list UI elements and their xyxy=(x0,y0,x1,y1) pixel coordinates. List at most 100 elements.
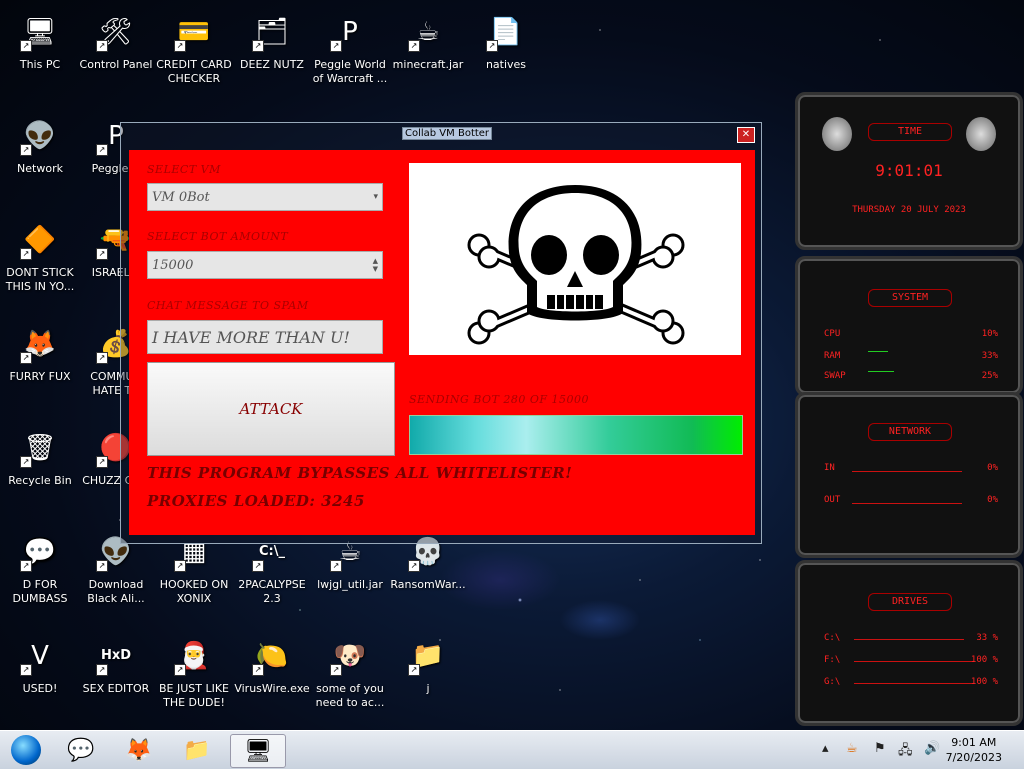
desktop-icon-label: BE JUST LIKE THE DUDE! xyxy=(158,682,230,709)
shortcut-arrow-icon: ↗ xyxy=(20,40,32,52)
app-glyph-icon: 📄 xyxy=(489,17,523,47)
start-button[interactable] xyxy=(8,734,44,766)
desktop-icon[interactable]: V ↗ USED! xyxy=(2,634,78,696)
desktop-icon-label: USED! xyxy=(22,682,58,695)
shortcut-arrow-icon: ↗ xyxy=(174,560,186,572)
drives-widget: DRIVES C:\ 33 % F:\ 100 % G:\ 100 % xyxy=(795,560,1023,726)
desktop-icon-label: Recycle Bin xyxy=(8,474,72,487)
time-widget: TIME 9:01:01 THURSDAY 20 JULY 2023 xyxy=(795,92,1023,250)
drive-f-value: 100 % xyxy=(970,655,998,665)
app-glyph-icon: 💀 xyxy=(411,537,445,567)
desktop-icon[interactable]: 📄 ↗ natives xyxy=(468,10,544,72)
desktop-icon[interactable]: 🦊 ↗ FURRY FUX xyxy=(2,322,78,384)
taskbar-clock[interactable]: 9:01 AM 7/20/2023 xyxy=(946,735,1002,765)
taskbar-explorer[interactable]: 📁 xyxy=(180,734,214,766)
shortcut-arrow-icon: ↗ xyxy=(330,560,342,572)
drive-f-label: F:\ xyxy=(824,655,841,665)
desktop-icon-image: 🗑 ↗ xyxy=(18,426,62,470)
bot-amount-stepper[interactable]: 15000 ▲ ▼ xyxy=(147,251,383,279)
desktop-icon[interactable]: 🛠 ↗ Control Panel xyxy=(78,10,154,72)
shortcut-arrow-icon: ↗ xyxy=(252,40,264,52)
taskbar-chat-app[interactable]: 💬 xyxy=(64,734,98,766)
taskbar-botter-app[interactable]: 🖥 xyxy=(230,734,286,768)
select-bot-amount-label: SELECT BOT AMOUNT xyxy=(147,230,289,243)
net-in-value: 0% xyxy=(987,463,998,473)
desktop-icon[interactable]: 🍋 ↗ VirusWire.exe xyxy=(234,634,310,696)
desktop-icon[interactable]: 📁 ↗ j xyxy=(390,634,466,696)
desktop-icon-label: DEEZ NUTZ xyxy=(240,58,304,71)
desktop-icon[interactable]: 🖥 ↗ This PC xyxy=(2,10,78,72)
tray-java-icon[interactable]: ☕ xyxy=(846,741,858,756)
desktop-icon[interactable]: 🗂 ↗ DEEZ NUTZ xyxy=(234,10,310,72)
desktop-icon-image: 📁 ↗ xyxy=(406,634,450,678)
desktop-icon-label: Download Black Ali... xyxy=(87,578,145,605)
volume-icon[interactable]: 🔊 xyxy=(924,741,940,756)
app-glyph-icon: 💳 xyxy=(177,17,211,47)
chat-message-label: CHAT MESSAGE TO SPAM xyxy=(147,299,309,312)
desktop-icon-image: HxD ↗ xyxy=(94,634,138,678)
app-glyph-icon: 📁 xyxy=(411,641,445,671)
chat-message-input[interactable]: I HAVE MORE THAN U! xyxy=(147,320,383,354)
shortcut-arrow-icon: ↗ xyxy=(96,456,108,468)
tray-expand-icon[interactable]: ▴ xyxy=(822,741,829,756)
ram-value: 33% xyxy=(981,351,998,361)
drive-c-label: C:\ xyxy=(824,633,841,643)
sending-progress-bar xyxy=(409,415,743,455)
app-glyph-icon: ▦ xyxy=(181,537,207,567)
app-glyph-icon: 🎅 xyxy=(177,641,211,671)
app-glyph-icon: V xyxy=(31,641,49,671)
system-widget: SYSTEM CPU 10% RAM 33% SWAP 25% xyxy=(795,256,1023,396)
desktop-icon[interactable]: 👽 ↗ Network xyxy=(2,114,78,176)
cpu-label: CPU xyxy=(824,329,841,339)
app-glyph-icon: P xyxy=(342,17,358,47)
desktop-icon[interactable]: 🗑 ↗ Recycle Bin xyxy=(2,426,78,488)
desktop-icon[interactable]: 🐶 ↗ some of you need to ac... xyxy=(312,634,388,710)
shortcut-arrow-icon: ↗ xyxy=(408,560,420,572)
system-widget-title: SYSTEM xyxy=(868,289,952,307)
swap-value: 25% xyxy=(981,371,998,381)
flag-icon[interactable]: ⚑ xyxy=(874,741,886,756)
desktop-icon-image: 📄 ↗ xyxy=(484,10,528,54)
close-button[interactable]: ✕ xyxy=(737,127,755,143)
app-glyph-icon: 🔶 xyxy=(23,225,57,255)
desktop-icon-image: 🍋 ↗ xyxy=(250,634,294,678)
alien-head-icon xyxy=(822,117,852,151)
desktop-icon-label: Control Panel xyxy=(79,58,153,71)
app-glyph-icon: 🍋 xyxy=(255,641,289,671)
taskbar-firefox[interactable]: 🦊 xyxy=(122,734,156,766)
desktop-icon-image: 🖥 ↗ xyxy=(18,10,62,54)
shortcut-arrow-icon: ↗ xyxy=(96,560,108,572)
proxies-loaded: PROXIES LOADED: 3245 xyxy=(147,492,365,510)
desktop-icon[interactable]: ☕ ↗ minecraft.jar xyxy=(390,10,466,72)
desktop-icon-label: CREDIT CARD CHECKER xyxy=(156,58,232,85)
desktop-icon-label: Network xyxy=(17,162,63,175)
net-out-label: OUT xyxy=(824,495,841,505)
clock-time: 9:01 AM xyxy=(951,736,997,749)
monitor-icon: 🖥 xyxy=(244,738,272,764)
network-icon[interactable]: 🖧 xyxy=(898,741,913,763)
ram-label: RAM xyxy=(824,351,841,361)
desktop-icon-label: SEX EDITOR xyxy=(82,682,150,695)
app-glyph-icon: 💬 xyxy=(23,537,57,567)
select-vm-dropdown[interactable]: VM 0Bot ▾ xyxy=(147,183,383,211)
desktop-icon[interactable]: 💬 ↗ D FOR DUMBASS xyxy=(2,530,78,606)
desktop-icon[interactable]: 🎅 ↗ BE JUST LIKE THE DUDE! xyxy=(156,634,232,710)
window-title[interactable]: Collab VM Botter xyxy=(402,127,493,140)
desktop-icon-image: 💬 ↗ xyxy=(18,530,62,574)
desktop-icon[interactable]: 💳 ↗ CREDIT CARD CHECKER xyxy=(156,10,232,86)
attack-button[interactable]: ATTACK xyxy=(147,362,395,456)
shortcut-arrow-icon: ↗ xyxy=(96,248,108,260)
desktop-icon[interactable]: 🔶 ↗ DONT STICK THIS IN YO... xyxy=(2,218,78,294)
shortcut-arrow-icon: ↗ xyxy=(20,664,32,676)
desktop-icon[interactable]: P ↗ Peggle World of Warcraft ... xyxy=(312,10,388,86)
desktop-icon-label: Peggle World of Warcraft ... xyxy=(312,58,388,85)
app-glyph-icon: 🖥 xyxy=(23,17,57,47)
app-glyph-icon: ☕ xyxy=(416,17,440,47)
desktop-icon-label: This PC xyxy=(19,58,61,71)
desktop-icon-label: FURRY FUX xyxy=(9,370,71,383)
stepper-arrows-icon[interactable]: ▲ ▼ xyxy=(373,257,378,273)
shortcut-arrow-icon: ↗ xyxy=(96,352,108,364)
date-display: THURSDAY 20 JULY 2023 xyxy=(852,205,966,215)
shortcut-arrow-icon: ↗ xyxy=(20,144,32,156)
desktop-icon[interactable]: HxD ↗ SEX EDITOR xyxy=(78,634,154,696)
